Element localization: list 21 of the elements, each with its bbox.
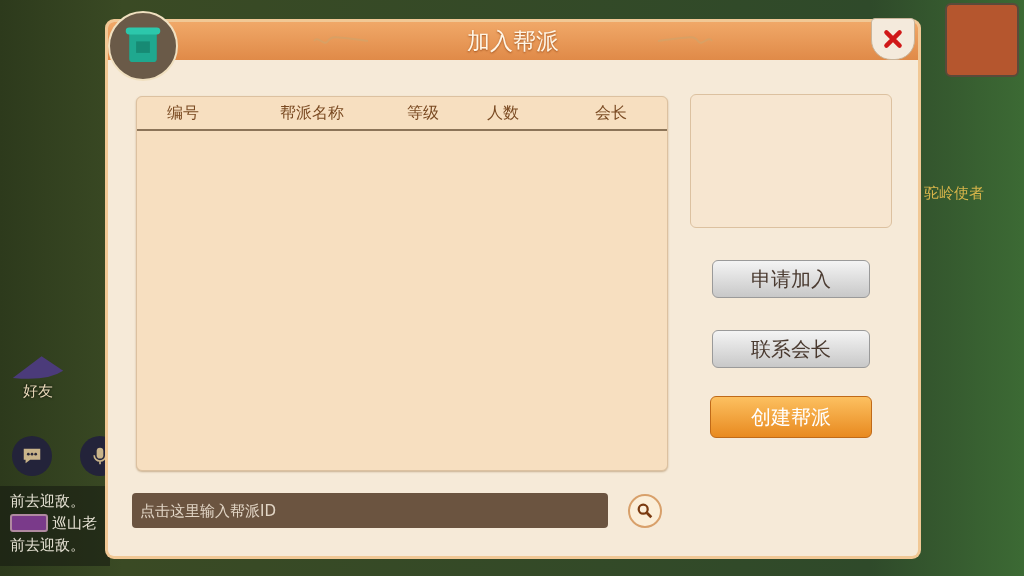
column-header: 编号 — [166, 102, 200, 124]
close-button[interactable] — [871, 18, 915, 60]
column-header: 等级 — [406, 102, 440, 124]
column-header: 会长 — [594, 102, 628, 124]
straw-hat-icon — [11, 354, 65, 382]
friends-label: 好友 — [23, 382, 53, 401]
action-button[interactable]: 联系会长 — [712, 330, 870, 368]
dialog-title: 加入帮派 — [467, 26, 559, 56]
action-button[interactable]: 申请加入 — [712, 260, 870, 298]
npc-name: 驼岭使者 — [924, 184, 984, 203]
chat-message: 巡山老 — [52, 513, 97, 534]
chat-message: 前去迎敌。 — [10, 535, 85, 556]
friends-button[interactable]: 好友 — [8, 354, 68, 414]
guild-id-input[interactable]: 点击这里输入帮派ID — [132, 493, 608, 528]
close-icon — [882, 28, 904, 50]
chat-message: 前去迎敌。 — [10, 491, 85, 512]
chat-button[interactable] — [12, 436, 52, 476]
column-header: 帮派名称 — [279, 102, 345, 124]
column-header: 人数 — [486, 102, 520, 124]
search-icon — [636, 501, 654, 520]
search-button[interactable] — [628, 493, 662, 528]
